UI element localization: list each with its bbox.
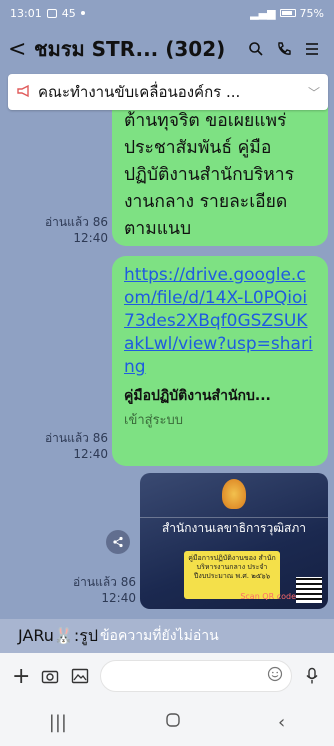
status-time: 13:01 <box>10 6 42 20</box>
home-icon[interactable] <box>165 712 181 733</box>
read-status: อ่านแล้ว 86 <box>44 215 108 229</box>
notification-dot-icon <box>80 11 85 15</box>
battery-icon <box>279 9 296 17</box>
notification-count: 45 <box>61 6 76 20</box>
read-status: อ่านแล้ว 86 <box>72 575 136 589</box>
call-icon[interactable] <box>270 35 298 63</box>
message-link[interactable]: https://drive.google.com/file/d/14X-L0PQ… <box>124 264 316 379</box>
message-bubble-link[interactable]: https://drive.google.com/file/d/14X-L0PQ… <box>112 256 328 466</box>
link-preview-title[interactable]: คู่มือปฏิบัติงานสำนักบ... <box>124 385 316 407</box>
share-icon[interactable] <box>106 530 130 554</box>
unread-sender: JARu🐰:รูป <box>18 625 98 645</box>
message-time: 12:40 <box>73 231 108 245</box>
system-nav-bar: ||| ‹ <box>0 699 334 746</box>
message-meta: อ่านแล้ว 86 12:40 <box>32 574 136 606</box>
emblem-icon <box>222 479 246 509</box>
message-meta: อ่านแล้ว 86 12:40 <box>4 430 108 462</box>
plus-icon[interactable]: + <box>12 664 30 689</box>
status-bar: 13:01 45 ▂▄▆ 75% <box>0 0 334 26</box>
search-icon[interactable] <box>242 35 270 63</box>
qr-label: Scan QR code <box>240 592 296 601</box>
microphone-icon[interactable] <box>302 666 322 686</box>
gallery-notification-icon <box>46 8 57 18</box>
message-text: ต้านทุจริต ขอเผยแพร่ ประชาสัมพันธ์ คู่มื… <box>124 111 295 239</box>
battery-level: 75% <box>299 6 324 20</box>
image-icon[interactable] <box>70 666 90 686</box>
announcement-bar[interactable]: คณะทำงานขับเคลื่อนองค์กร ... ﹀ <box>8 74 328 110</box>
emoji-icon[interactable] <box>267 666 283 686</box>
signal-icon: ▂▄▆ <box>250 6 276 20</box>
unread-text: ข้อความที่ยังไม่อ่าน <box>99 628 219 644</box>
qr-code-icon <box>296 577 322 603</box>
announcement-text: คณะทำงานขับเคลื่อนองค์กร ... <box>38 83 241 101</box>
camera-icon[interactable] <box>40 666 60 686</box>
megaphone-icon <box>16 83 32 102</box>
menu-icon[interactable] <box>298 35 326 63</box>
chevron-down-icon[interactable]: ﹀ <box>308 84 320 101</box>
message-time: 12:40 <box>73 447 108 461</box>
chat-title[interactable]: ชมรม STR... (302) <box>34 33 242 65</box>
image-banner-text: สำนักงานเลขาธิการวุฒิสภา <box>140 517 328 539</box>
recent-apps-icon[interactable]: ||| <box>49 712 67 733</box>
message-input[interactable] <box>100 660 292 692</box>
back-button[interactable]: < <box>8 37 30 62</box>
message-time: 12:40 <box>101 591 136 605</box>
unread-banner[interactable]: JARu🐰:รูป ข้อความที่ยังไม่อ่าน <box>0 619 334 653</box>
chat-header: < ชมรม STR... (302) <box>0 26 334 72</box>
link-preview-subtitle: เข้าสู่ระบบ <box>124 413 184 428</box>
input-bar: + <box>0 653 334 699</box>
read-status: อ่านแล้ว 86 <box>44 431 108 445</box>
back-nav-icon[interactable]: ‹ <box>278 712 285 733</box>
image-message[interactable]: สำนักงานเลขาธิการวุฒิสภา คู่มือการปฏิบัต… <box>140 473 328 609</box>
message-meta: อ่านแล้ว 86 12:40 <box>4 214 108 246</box>
